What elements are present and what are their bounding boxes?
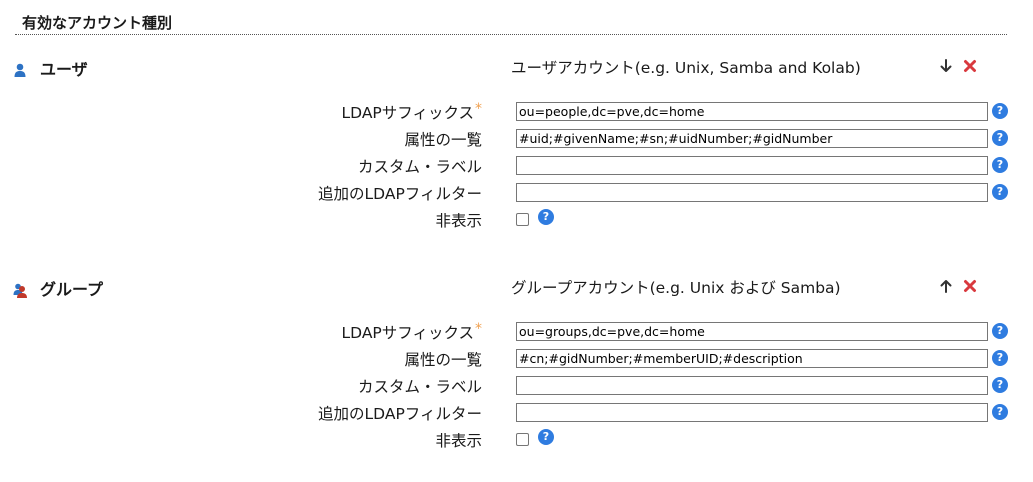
- help-icon[interactable]: ?: [992, 103, 1008, 119]
- delete-icon[interactable]: [962, 278, 978, 294]
- hidden-row: 非表示 ?: [0, 208, 1033, 232]
- help-icon[interactable]: ?: [992, 130, 1008, 146]
- custom-label-input[interactable]: [516, 376, 988, 395]
- attributes-row: 属性の一覧 ?: [0, 347, 1033, 371]
- hidden-label: 非表示: [435, 432, 482, 450]
- help-icon[interactable]: ?: [992, 404, 1008, 420]
- help-icon[interactable]: ?: [992, 184, 1008, 200]
- help-icon[interactable]: ?: [538, 209, 554, 225]
- attributes-label: 属性の一覧: [404, 131, 482, 149]
- user-icon: [12, 62, 28, 78]
- custom-label-row: カスタム・ラベル ?: [0, 154, 1033, 178]
- ldap-suffix-input[interactable]: [516, 102, 988, 121]
- required-mark: *: [475, 101, 482, 117]
- help-icon[interactable]: ?: [992, 157, 1008, 173]
- ldap-filter-row: 追加のLDAPフィルター ?: [0, 181, 1033, 205]
- delete-icon[interactable]: [962, 58, 978, 74]
- help-icon[interactable]: ?: [538, 429, 554, 445]
- ldap-suffix-label: LDAPサフィックス*: [341, 101, 482, 122]
- account-type-group: グループ グループアカウント(e.g. Unix および Samba) LDAP…: [0, 279, 1033, 482]
- ldap-suffix-input[interactable]: [516, 322, 988, 341]
- type-name: グループ: [40, 280, 104, 299]
- ldap-suffix-row: LDAPサフィックス* ?: [0, 320, 1033, 344]
- hidden-row: 非表示 ?: [0, 428, 1033, 452]
- arrow-up-icon[interactable]: [938, 278, 954, 294]
- attributes-input[interactable]: [516, 129, 988, 148]
- group-icon: [12, 282, 28, 298]
- help-icon[interactable]: ?: [992, 323, 1008, 339]
- account-type-user: ユーザ ユーザアカウント(e.g. Unix, Samba and Kolab)…: [0, 59, 1033, 262]
- ldap-suffix-label: LDAPサフィックス*: [341, 321, 482, 342]
- attributes-row: 属性の一覧 ?: [0, 127, 1033, 151]
- custom-label-row: カスタム・ラベル ?: [0, 374, 1033, 398]
- type-name: ユーザ: [40, 60, 88, 79]
- custom-label-input[interactable]: [516, 156, 988, 175]
- section-title: 有効なアカウント種別: [22, 14, 173, 32]
- hidden-checkbox[interactable]: [516, 433, 529, 446]
- ldap-filter-label: 追加のLDAPフィルター: [318, 185, 482, 203]
- help-icon[interactable]: ?: [992, 377, 1008, 393]
- ldap-filter-label: 追加のLDAPフィルター: [318, 405, 482, 423]
- type-description: グループアカウント(e.g. Unix および Samba): [511, 279, 841, 297]
- help-icon[interactable]: ?: [992, 350, 1008, 366]
- ldap-suffix-row: LDAPサフィックス* ?: [0, 100, 1033, 124]
- ldap-filter-input[interactable]: [516, 183, 988, 202]
- attributes-input[interactable]: [516, 349, 988, 368]
- section-header: 有効なアカウント種別: [15, 6, 1007, 35]
- custom-label-label: カスタム・ラベル: [357, 158, 482, 176]
- ldap-filter-row: 追加のLDAPフィルター ?: [0, 401, 1033, 425]
- hidden-checkbox[interactable]: [516, 213, 529, 226]
- type-description: ユーザアカウント(e.g. Unix, Samba and Kolab): [511, 59, 861, 77]
- required-mark: *: [475, 321, 482, 337]
- ldap-filter-input[interactable]: [516, 403, 988, 422]
- hidden-label: 非表示: [435, 212, 482, 230]
- custom-label-label: カスタム・ラベル: [357, 378, 482, 396]
- attributes-label: 属性の一覧: [404, 351, 482, 369]
- arrow-down-icon[interactable]: [938, 58, 954, 74]
